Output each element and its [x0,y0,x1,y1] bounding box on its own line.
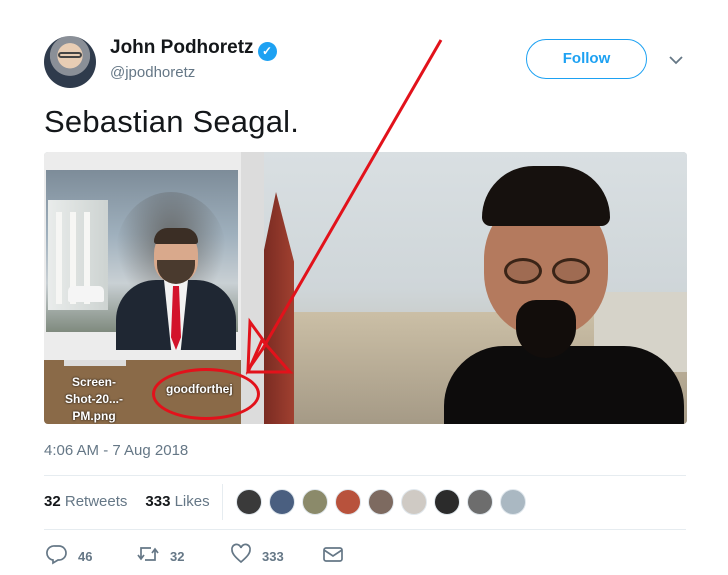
liker-avatar[interactable] [368,489,394,515]
verified-badge-icon: ✓ [257,42,277,61]
hair [154,228,198,244]
thumbnail-bar [64,360,126,366]
car [68,286,104,302]
like-count: 333 [262,549,284,564]
gorka-photo [46,170,238,350]
follow-button[interactable]: Follow [526,39,647,79]
author-handle[interactable]: @jpodhoretz [110,64,195,81]
reply-icon [46,545,67,565]
seagal-photo [264,152,687,424]
file1-label-line1: Screen- [71,375,117,389]
author-name[interactable]: John Podhoretz ✓ [110,37,277,61]
tweet-timestamp[interactable]: 4:06 AM - 7 Aug 2018 [44,442,188,459]
kremlin-tower [264,192,294,424]
liker-avatar[interactable] [335,489,361,515]
tweet-text: Sebastian Seagal. [44,104,300,139]
tweet-stats: 32 Retweets 333 Likes [44,493,210,510]
chevron-down-icon[interactable] [666,50,686,70]
tweet-media-image[interactable]: Screen- Shot-20...-PM.png goodforthej [44,152,687,424]
stats-separator [222,484,223,520]
liker-avatars [236,489,533,515]
file1-label: Screen- Shot-20...-PM.png [44,374,144,424]
divider-bottom [44,529,686,530]
man-with-goatee [444,166,684,424]
liker-avatar[interactable] [467,489,493,515]
author-avatar[interactable] [44,36,96,88]
reply-count: 46 [78,549,93,564]
retweets-count: 32 [44,493,61,510]
author-name-text[interactable]: John Podhoretz [110,37,254,58]
liker-avatar[interactable] [500,489,526,515]
likes-stat[interactable]: 333 Likes [145,493,209,510]
retweet-count: 32 [170,549,185,564]
goatee [516,300,576,358]
file1-label-line2: Shot-20...-PM.png [64,392,123,423]
hair [482,166,610,226]
column [56,212,62,304]
liker-avatar[interactable] [434,489,460,515]
avatar-glasses [58,52,82,58]
heart-icon [231,543,251,564]
retweet-icon [137,547,159,561]
envelope-icon [323,547,343,562]
likes-label: Likes [174,493,210,510]
man-in-suit [116,228,236,350]
divider-top [44,475,686,476]
liker-avatar[interactable] [236,489,262,515]
likes-count: 333 [145,493,171,510]
black-jacket [444,346,684,424]
retweets-label: Retweets [64,493,128,510]
glasses-right-lens [552,258,590,284]
liker-avatar[interactable] [302,489,328,515]
liker-avatar[interactable] [401,489,427,515]
liker-avatar[interactable] [269,489,295,515]
retweets-stat[interactable]: 32 Retweets [44,493,127,510]
glasses-left-lens [504,258,542,284]
red-annotation-circle [152,368,260,420]
